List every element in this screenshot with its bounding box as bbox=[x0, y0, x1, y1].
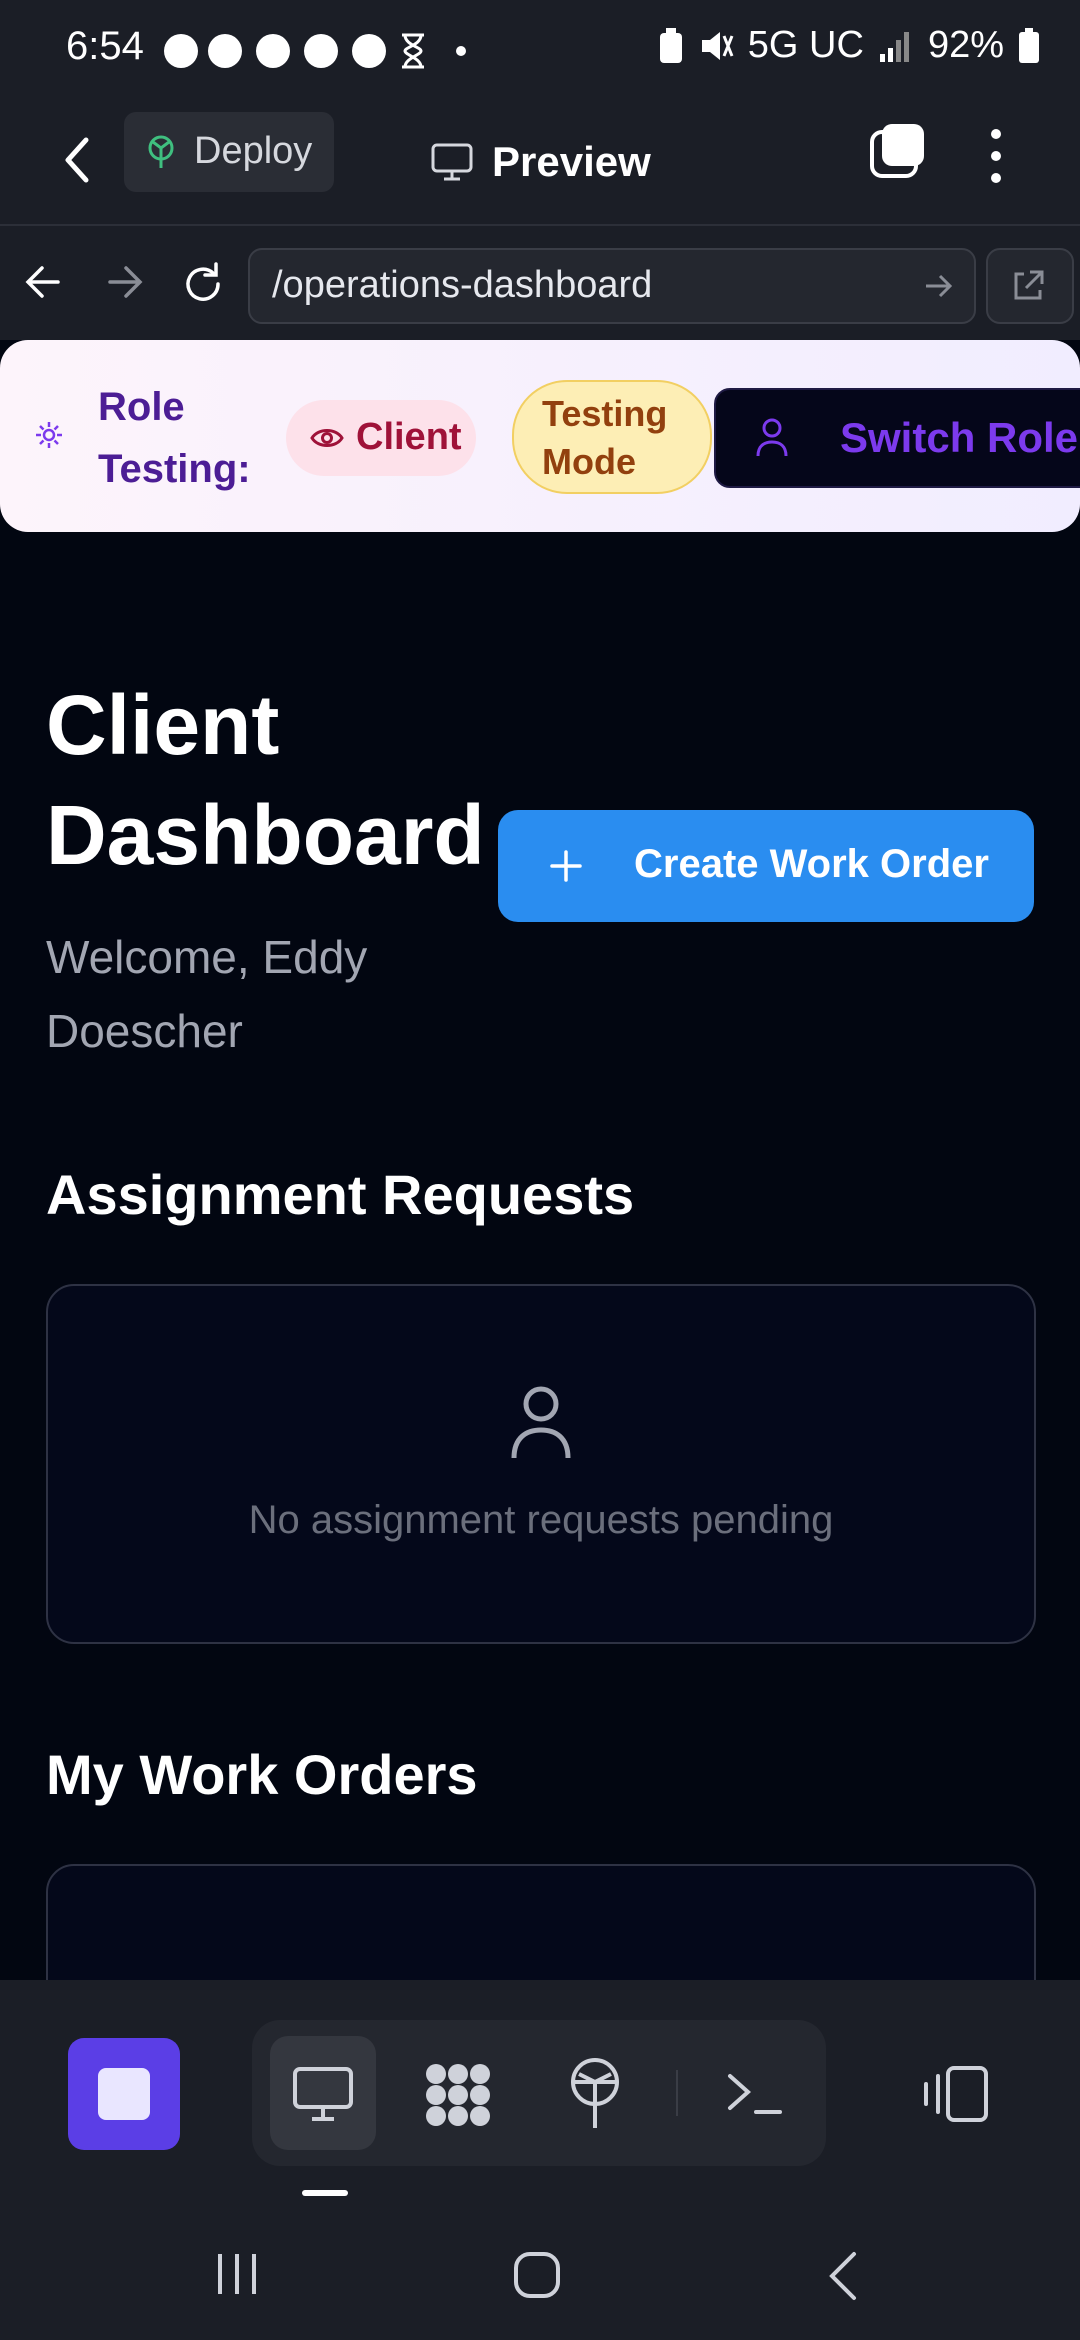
plus-icon bbox=[550, 850, 582, 882]
workspace-tabs bbox=[252, 2020, 826, 2166]
signal-icon bbox=[879, 31, 909, 62]
assignment-requests-card: No assignment requests pending bbox=[46, 1284, 1036, 1644]
testing-mode-line1: Testing bbox=[542, 393, 668, 434]
external-link-icon bbox=[1014, 270, 1044, 300]
url-bar[interactable]: /operations-dashboard bbox=[248, 248, 976, 324]
messenger-notification-icon bbox=[208, 34, 242, 68]
reload-icon[interactable] bbox=[180, 260, 226, 306]
url-text[interactable]: /operations-dashboard bbox=[272, 264, 652, 307]
user-icon bbox=[511, 1386, 571, 1459]
nav-forward-icon[interactable] bbox=[104, 262, 144, 302]
tab-divider bbox=[676, 2070, 678, 2116]
devices-icon[interactable] bbox=[920, 2064, 990, 2124]
assignment-requests-title: Assignment Requests bbox=[46, 1163, 635, 1226]
welcome-line2: Doescher bbox=[46, 1005, 243, 1057]
grid-icon[interactable] bbox=[422, 2062, 494, 2128]
stop-button[interactable] bbox=[68, 2038, 180, 2150]
more-notifications-dot bbox=[456, 46, 466, 56]
page-title-line2: Dashboard bbox=[46, 788, 485, 882]
create-work-order-label: Create Work Order bbox=[634, 842, 989, 886]
app-header: Deploy Preview bbox=[0, 100, 1080, 224]
testing-mode-badge: Testing Mode bbox=[512, 380, 712, 494]
empty-state-message: No assignment requests pending bbox=[248, 1498, 834, 1542]
user-icon bbox=[756, 418, 788, 457]
deploy-label: Deploy bbox=[194, 130, 313, 172]
battery-icon bbox=[1019, 27, 1039, 63]
messenger-notification-icon bbox=[256, 34, 290, 68]
welcome-message: Welcome, Eddy Doescher bbox=[46, 920, 367, 1068]
recents-icon[interactable] bbox=[212, 2252, 262, 2296]
welcome-line1: Welcome, Eddy bbox=[46, 931, 368, 983]
hourglass-icon bbox=[402, 33, 424, 69]
more-vert-icon[interactable] bbox=[984, 124, 1008, 188]
tab-preview[interactable] bbox=[270, 2036, 376, 2150]
monitor-icon bbox=[431, 143, 473, 181]
back-arrow-icon[interactable] bbox=[58, 130, 98, 190]
messenger-notification-icon bbox=[304, 34, 338, 68]
mute-icon bbox=[701, 31, 734, 60]
open-external-button[interactable] bbox=[986, 248, 1074, 324]
page-title-line1: Client bbox=[46, 678, 280, 772]
my-work-orders-title: My Work Orders bbox=[46, 1743, 478, 1806]
page-title: Client Dashboard bbox=[46, 670, 485, 890]
bottom-toolbar bbox=[0, 1980, 1080, 2340]
role-testing-banner: Role Testing: Client Testing Mode Switch… bbox=[0, 340, 1080, 532]
monitor-icon bbox=[293, 2067, 353, 2121]
deploy-tab-icon[interactable] bbox=[568, 2058, 622, 2130]
role-label-line2: Testing: bbox=[98, 447, 251, 491]
system-back-icon[interactable] bbox=[824, 2250, 860, 2302]
battery-percent: 92% bbox=[927, 24, 1004, 66]
go-arrow-icon[interactable] bbox=[922, 270, 954, 302]
deploy-icon bbox=[148, 135, 174, 168]
message-notification-icon bbox=[164, 34, 198, 68]
testing-mode-line2: Mode bbox=[542, 441, 636, 482]
current-role-label: Client bbox=[356, 416, 462, 458]
current-role-pill: Client bbox=[286, 400, 476, 476]
messenger-notification-icon bbox=[352, 34, 386, 68]
nav-back-icon[interactable] bbox=[24, 262, 64, 302]
eye-icon bbox=[310, 429, 344, 447]
stop-icon bbox=[98, 2068, 150, 2120]
role-testing-label: Role Testing: bbox=[98, 376, 251, 500]
home-icon[interactable] bbox=[512, 2250, 562, 2300]
status-bar: 6:54 5G UC 92% bbox=[0, 0, 1080, 100]
switch-role-button[interactable]: Switch Role bbox=[714, 388, 1080, 488]
browser-toolbar: /operations-dashboard bbox=[0, 224, 1080, 340]
create-work-order-button[interactable]: Create Work Order bbox=[498, 810, 1034, 922]
preview-tab[interactable]: Preview bbox=[430, 122, 651, 202]
gear-icon bbox=[36, 422, 62, 448]
role-label-line1: Role bbox=[98, 385, 185, 429]
preview-label: Preview bbox=[492, 138, 651, 185]
active-tab-indicator bbox=[302, 2190, 348, 2196]
tabs-icon[interactable] bbox=[868, 122, 928, 182]
switch-role-label: Switch Role bbox=[840, 414, 1079, 461]
battery-saver-icon bbox=[659, 27, 682, 63]
network-type: 5G UC bbox=[747, 24, 864, 66]
deploy-button[interactable]: Deploy bbox=[124, 112, 334, 192]
terminal-icon[interactable] bbox=[726, 2070, 782, 2118]
status-time: 6:54 bbox=[66, 24, 144, 68]
